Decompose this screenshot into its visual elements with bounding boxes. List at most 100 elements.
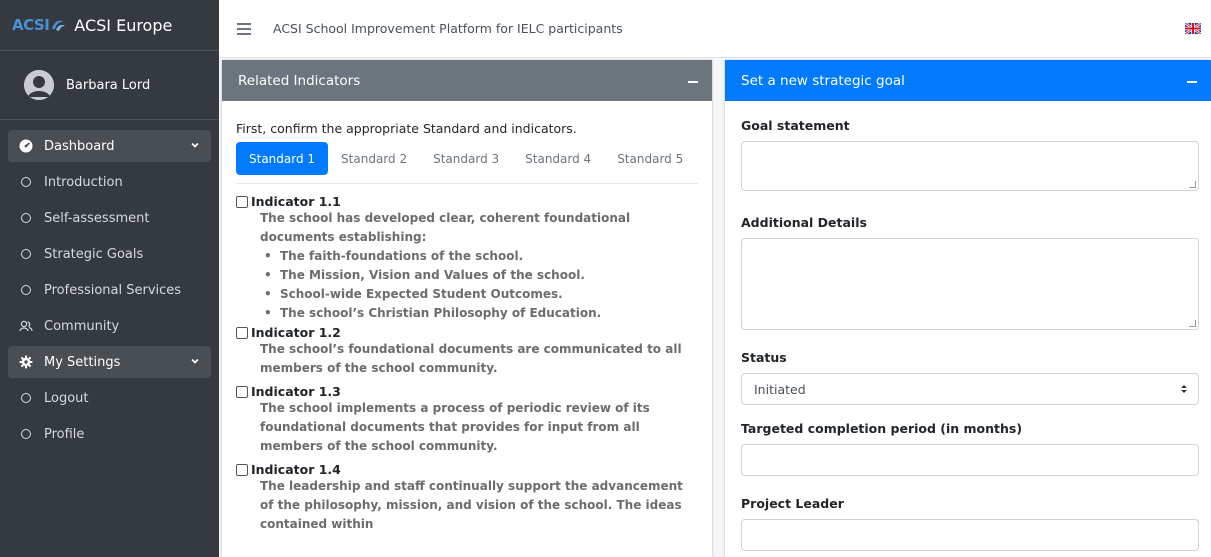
goal-form: Goal statement Additional Details Status… [725, 101, 1211, 551]
collapse-minus-icon[interactable] [1187, 81, 1197, 83]
indicator-item: Indicator 1.4 The leadership and staff c… [236, 462, 698, 534]
standard-tabs: Standard 1 Standard 2 Standard 3 Standar… [236, 142, 698, 184]
indicator-item: Indicator 1.1 The school has developed c… [236, 194, 698, 323]
circle-icon [18, 246, 34, 262]
tab-standard-1[interactable]: Standard 1 [236, 142, 329, 175]
brand-name: ACSI Europe [74, 15, 173, 35]
sidebar-item-professional-services[interactable]: Professional Services [8, 274, 211, 306]
circle-icon [18, 174, 34, 190]
status-label: Status [741, 350, 787, 365]
indicator-checkbox[interactable] [236, 463, 248, 476]
user-panel[interactable]: Barbara Lord [0, 51, 219, 120]
sidebar-item-label: Professional Services [44, 282, 182, 298]
sidebar-item-logout[interactable]: Logout [8, 382, 211, 414]
user-name: Barbara Lord [66, 77, 151, 93]
card-header: Set a new strategic goal [725, 60, 1211, 101]
sidebar-item-dashboard[interactable]: Dashboard [8, 130, 211, 162]
related-indicators-card: Related Indicators First, confirm the ap… [222, 60, 712, 557]
sidebar-item-label: Community [44, 318, 120, 334]
sidebar-item-label: Profile [44, 426, 85, 442]
indicator-description: The school implements a process of perio… [260, 401, 650, 453]
tachometer-icon [18, 138, 34, 154]
indicator-checkbox[interactable] [236, 195, 248, 208]
sidebar-item-label: Introduction [44, 174, 123, 190]
indicator-description: The school has developed clear, coherent… [260, 211, 631, 244]
hamburger-menu-icon[interactable] [237, 22, 251, 35]
project-leader-input[interactable] [741, 519, 1199, 551]
gear-icon [18, 354, 34, 370]
indicator-label: Indicator 1.1 [251, 194, 341, 209]
bullet-item: The faith-foundations of the school. [260, 247, 698, 266]
sidebar-item-label: Dashboard [44, 138, 115, 154]
chevron-down-icon [191, 358, 199, 364]
intro-text: First, confirm the appropriate Standard … [236, 121, 577, 136]
indicator-description: The leadership and staff continually sup… [260, 479, 683, 531]
tab-standard-4[interactable]: Standard 4 [512, 142, 604, 175]
project-leader-label: Project Leader [741, 496, 844, 511]
indicator-header: Indicator 1.4 [236, 462, 698, 477]
goal-statement-label: Goal statement [741, 118, 850, 133]
chevron-down-icon [191, 142, 199, 148]
card-title: Set a new strategic goal [741, 72, 905, 89]
circle-icon [18, 210, 34, 226]
tab-standard-2[interactable]: Standard 2 [328, 142, 420, 175]
indicator-checkbox[interactable] [236, 385, 248, 398]
sidebar-item-label: My Settings [44, 354, 121, 370]
indicator-description: The school’s foundational documents are … [260, 342, 682, 375]
uk-flag-icon[interactable] [1185, 23, 1201, 34]
sidebar-item-label: Logout [44, 390, 89, 406]
circle-icon [18, 426, 34, 442]
logo-text: ACSI [12, 16, 50, 34]
sidebar-item-community[interactable]: Community [8, 310, 211, 342]
indicator-header: Indicator 1.1 [236, 194, 698, 209]
sidebar-item-label: Strategic Goals [44, 246, 144, 262]
bullet-item: The Mission, Vision and Values of the sc… [260, 266, 698, 285]
indicator-bullets: The faith-foundations of the school. The… [236, 247, 698, 323]
completion-period-input[interactable] [741, 444, 1199, 476]
indicator-item: Indicator 1.2 The school’s foundational … [236, 325, 698, 378]
additional-details-textarea[interactable] [741, 238, 1199, 330]
indicator-header: Indicator 1.2 [236, 325, 698, 340]
circle-icon [18, 282, 34, 298]
brand[interactable]: ACSI ACSI Europe [0, 0, 219, 51]
card-header: Related Indicators [222, 60, 712, 101]
sidebar-item-label: Self-assessment [44, 210, 150, 226]
platform-title: ACSI School Improvement Platform for IEL… [273, 21, 623, 36]
sidebar-item-introduction[interactable]: Introduction [8, 166, 211, 198]
resize-handle-icon[interactable] [1189, 181, 1196, 188]
tab-standard-5[interactable]: Standard 5 [604, 142, 696, 175]
bullet-item: School-wide Expected Student Outcomes. [260, 285, 698, 304]
additional-details-label: Additional Details [741, 215, 867, 230]
indicator-label: Indicator 1.3 [251, 384, 341, 399]
goal-statement-textarea[interactable] [741, 141, 1199, 191]
indicator-item: Indicator 1.3 The school implements a pr… [236, 384, 698, 456]
indicator-label: Indicator 1.2 [251, 325, 341, 340]
sidebar-item-profile[interactable]: Profile [8, 418, 211, 450]
select-arrows-icon [1181, 385, 1187, 393]
sidebar-nav: Dashboard Introduction Self-assessment S… [0, 120, 219, 464]
circle-icon [18, 390, 34, 406]
tab-standard-3[interactable]: Standard 3 [420, 142, 512, 175]
indicator-header: Indicator 1.3 [236, 384, 698, 399]
resize-handle-icon[interactable] [1189, 320, 1196, 327]
card-body: First, confirm the appropriate Standard … [222, 101, 712, 557]
users-icon [18, 318, 34, 334]
completion-period-label: Targeted completion period (in months) [741, 421, 1023, 436]
bullet-item: The school’s Christian Philosophy of Edu… [260, 304, 698, 323]
card-title: Related Indicators [238, 72, 361, 89]
indicator-checkbox[interactable] [236, 326, 248, 339]
acsi-logo: ACSI [12, 16, 66, 34]
status-select[interactable]: Initiated [741, 373, 1199, 405]
sidebar: ACSI ACSI Europe Barbara Lord Dashboard [0, 0, 219, 557]
status-selected-value: Initiated [754, 381, 806, 397]
indicator-label: Indicator 1.4 [251, 462, 341, 477]
user-avatar-icon [24, 70, 54, 100]
sidebar-item-strategic-goals[interactable]: Strategic Goals [8, 238, 211, 270]
swirl-logo-icon [52, 20, 66, 31]
collapse-minus-icon[interactable] [688, 81, 698, 83]
sidebar-item-self-assessment[interactable]: Self-assessment [8, 202, 211, 234]
top-navbar: ACSI School Improvement Platform for IEL… [219, 0, 1211, 58]
avatar [24, 70, 54, 100]
sidebar-item-my-settings[interactable]: My Settings [8, 346, 211, 378]
strategic-goal-card: Set a new strategic goal Goal statement … [725, 60, 1211, 557]
